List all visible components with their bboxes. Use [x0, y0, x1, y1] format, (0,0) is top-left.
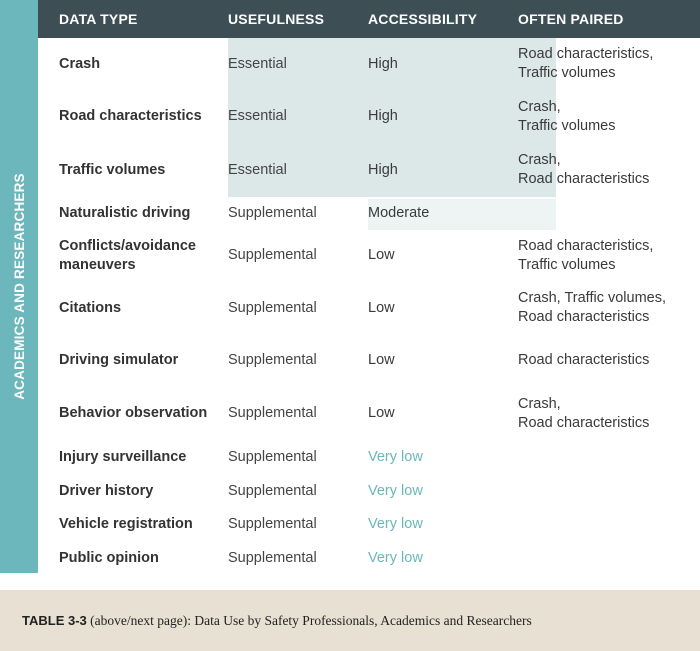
cell-usefulness: Supplemental: [228, 247, 317, 264]
cell-data-type: Vehicle registration: [59, 516, 193, 533]
table-row: Road characteristics Essential High Crash, T…: [38, 90, 700, 143]
cell-often-paired: Road characteristics, Traffic volumes: [518, 45, 700, 82]
table-row: Citations Supplemental Low Crash, Traffic v…: [38, 282, 700, 334]
table-row: Vehicle registration Supplemental Very low: [38, 508, 700, 541]
cell-often-paired: Crash, Road characteristics: [518, 395, 700, 432]
cell-accessibility: Very low: [368, 516, 423, 533]
table-row: Behavior observation Supplemental Low Crash…: [38, 387, 700, 440]
table-row: Conflicts/avoidance maneuvers Supplemental…: [38, 229, 700, 282]
cell-often-paired-line: Road characteristics: [518, 171, 650, 187]
cell-often-paired-line: Traffic volumes: [518, 65, 616, 81]
cell-accessibility: Very low: [368, 448, 423, 465]
table-caption: TABLE 3-3 (above/next page): Data Use by…: [0, 590, 700, 651]
table-header-row: DATA TYPE USEFULNESS ACCESSIBILITY OFTEN…: [38, 0, 700, 38]
table-row: Injury surveillance Supplemental Very low: [38, 440, 700, 474]
cell-usefulness: Essential: [228, 55, 287, 72]
cell-accessibility: High: [368, 108, 398, 125]
table-bottom-gap: [0, 573, 700, 590]
cell-data-type: Driver history: [59, 482, 154, 499]
column-header-usefulness: USEFULNESS: [228, 11, 325, 27]
cell-usefulness: Supplemental: [228, 204, 317, 221]
cell-often-paired-line: Crash,: [518, 152, 561, 169]
cell-often-paired: Road characteristics: [518, 351, 700, 370]
cell-accessibility: Very low: [368, 482, 423, 499]
cell-data-type-line: Conflicts/avoidance: [59, 237, 196, 254]
cell-accessibility: High: [368, 161, 398, 178]
cell-often-paired-line: Traffic volumes: [518, 256, 616, 273]
table-body: Crash Essential High Road characteristics, T…: [38, 38, 700, 575]
table-row: Crash Essential High Road characteristics, T…: [38, 38, 700, 90]
column-header-accessibility: ACCESSIBILITY: [368, 11, 478, 27]
cell-often-paired-line: Road characteristics: [518, 309, 650, 325]
cell-data-type-line: maneuvers: [59, 256, 136, 273]
cell-data-type: Road characteristics: [59, 108, 202, 125]
cell-accessibility: Low: [368, 405, 395, 422]
cell-often-paired: Crash, Traffic volumes: [518, 98, 700, 135]
cell-usefulness: Supplemental: [228, 516, 317, 533]
cell-often-paired-line: Traffic volumes: [518, 117, 616, 134]
category-side-band: ACADEMICS AND RESEARCHERS: [0, 0, 38, 573]
table-row: Naturalistic driving Supplemental Moderate: [38, 197, 700, 229]
cell-usefulness: Supplemental: [228, 299, 317, 316]
cell-often-paired-line: Crash,: [518, 98, 561, 115]
column-header-often-paired: OFTEN PAIRED: [518, 11, 624, 27]
cell-often-paired: Road characteristics, Traffic volumes: [518, 237, 700, 274]
table-row: Driving simulator Supplemental Low Road cha…: [38, 334, 700, 387]
cell-data-type: Public opinion: [59, 549, 159, 566]
table-row: Public opinion Supplemental Very low: [38, 541, 700, 575]
cell-data-type: Naturalistic driving: [59, 204, 191, 221]
cell-usefulness: Supplemental: [228, 482, 317, 499]
data-table: DATA TYPE USEFULNESS ACCESSIBILITY OFTEN…: [38, 0, 700, 590]
cell-usefulness: Essential: [228, 161, 287, 178]
cell-often-paired: Crash, Road characteristics: [518, 151, 700, 188]
cell-often-paired-line: Road characteristics: [518, 352, 650, 369]
cell-data-type: Behavior observation: [59, 405, 208, 422]
cell-accessibility: High: [368, 55, 398, 72]
cell-often-paired-line: Road characteristics,: [518, 237, 654, 254]
cell-usefulness: Supplemental: [228, 352, 317, 369]
cell-often-paired-line: Crash, Traffic volumes,: [518, 290, 667, 307]
cell-accessibility: Low: [368, 247, 395, 264]
cell-often-paired-line: Road characteristics,: [518, 46, 654, 63]
category-side-label: ACADEMICS AND RESEARCHERS: [11, 173, 27, 400]
cell-data-type: Driving simulator: [59, 352, 179, 369]
cell-usefulness: Supplemental: [228, 549, 317, 566]
cell-often-paired-line: Road characteristics: [518, 414, 650, 431]
cell-usefulness: Essential: [228, 108, 287, 125]
table-row: Traffic volumes Essential High Crash, Road c…: [38, 143, 700, 197]
column-header-data-type: DATA TYPE: [59, 11, 138, 27]
cell-data-type: Crash: [59, 55, 101, 72]
table-figure: ACADEMICS AND RESEARCHERS DATA TYPE USEF…: [0, 0, 700, 651]
cell-accessibility: Very low: [368, 549, 423, 566]
cell-data-type: Conflicts/avoidance maneuvers: [38, 237, 228, 274]
cell-data-type: Citations: [59, 299, 122, 316]
cell-accessibility: Moderate: [368, 204, 430, 221]
table-caption-rest: (above/next page): Data Use by Safety Pr…: [86, 612, 532, 628]
table-caption-label: TABLE 3-3: [22, 612, 87, 628]
table-caption-text: TABLE 3-3 (above/next page): Data Use by…: [0, 613, 532, 629]
cell-data-type: Injury surveillance: [59, 448, 187, 465]
cell-often-paired: Crash, Traffic volumes, Road characterist…: [518, 289, 700, 326]
cell-accessibility: Low: [368, 352, 395, 369]
cell-usefulness: Supplemental: [228, 405, 317, 422]
table-row: Driver history Supplemental Very low: [38, 474, 700, 508]
cell-often-paired-line: Crash,: [518, 395, 561, 412]
cell-data-type: Traffic volumes: [59, 161, 166, 178]
cell-usefulness: Supplemental: [228, 448, 317, 465]
cell-accessibility: Low: [368, 299, 395, 316]
